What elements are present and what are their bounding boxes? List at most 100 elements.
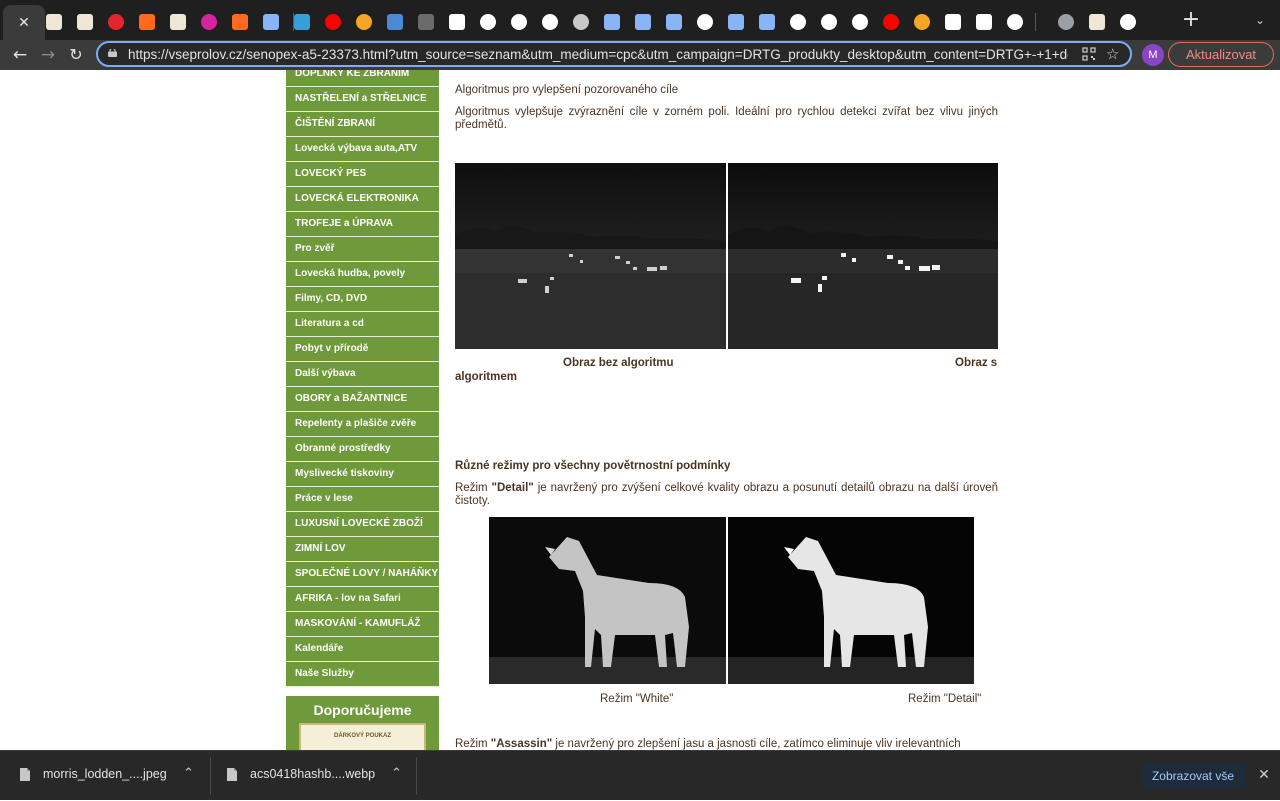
browser-tab[interactable]: [194, 7, 224, 37]
google-favicon-icon: [852, 14, 868, 30]
browser-tab[interactable]: [318, 7, 348, 37]
browser-tab[interactable]: [256, 7, 286, 37]
file-icon: [227, 768, 237, 781]
pin-favicon-icon: [418, 14, 434, 30]
sidebar-category-link[interactable]: AFRIKA - lov na Safari: [286, 587, 439, 612]
browser-tab[interactable]: [442, 7, 472, 37]
flag-favicon-icon: [573, 14, 589, 30]
tab-separator: [293, 13, 294, 31]
browser-tab[interactable]: [597, 7, 627, 37]
url-text[interactable]: https://vseprolov.cz/senopex-a5-23373.ht…: [128, 46, 1068, 64]
browser-tab[interactable]: [628, 7, 658, 37]
browser-tab[interactable]: [163, 7, 193, 37]
shield-favicon-icon: [759, 14, 775, 30]
browser-tab[interactable]: [504, 7, 534, 37]
address-bar[interactable]: https://vseprolov.cz/senopex-a5-23373.ht…: [96, 41, 1132, 67]
browser-tab[interactable]: [1000, 7, 1030, 37]
back-arrow-icon[interactable]: ←: [8, 43, 32, 67]
browser-tab[interactable]: [783, 7, 813, 37]
chevron-up-icon[interactable]: ⌃: [183, 766, 194, 781]
browser-tab[interactable]: [132, 7, 162, 37]
sidebar-category-link[interactable]: MASKOVÁNÍ - KAMUFLÁŽ: [286, 612, 439, 637]
browser-tab[interactable]: [1113, 7, 1143, 37]
browser-tab[interactable]: [70, 7, 100, 37]
sidebar-category-link[interactable]: Práce v lese: [286, 487, 439, 512]
forward-arrow-icon[interactable]: →: [36, 43, 60, 67]
tab-search-chevron-icon[interactable]: ⌄: [1250, 10, 1270, 30]
search-favicon-icon: [356, 14, 372, 30]
sidebar-category-link[interactable]: OBORY a BAŽANTNICE: [286, 387, 439, 412]
thermal-image-with-algorithm: [728, 163, 998, 349]
download-item[interactable]: morris_lodden_....jpeg ⌃: [0, 751, 210, 801]
sidebar-category-link[interactable]: Naše Služby: [286, 662, 439, 687]
sidebar-category-link[interactable]: TROFEJE a ÚPRAVA: [286, 212, 439, 237]
browser-tab[interactable]: [1082, 7, 1112, 37]
download-item[interactable]: acs0418hashb....webp ⌃: [211, 751, 416, 801]
browser-tab[interactable]: [752, 7, 782, 37]
browser-tab[interactable]: [566, 7, 596, 37]
browser-tab[interactable]: [349, 7, 379, 37]
algo-text: Algoritmus vylepšuje zvýraznění cíle v z…: [455, 106, 998, 131]
bookmark-star-icon[interactable]: ☆: [1106, 44, 1119, 64]
sidebar-category-link[interactable]: Literatura a cd: [286, 312, 439, 337]
sidebar-category-link[interactable]: Další výbava: [286, 362, 439, 387]
browser-toolbar: ← → ↻ https://vseprolov.cz/senopex-a5-23…: [0, 40, 1280, 70]
close-icon[interactable]: ✕: [18, 15, 30, 31]
sidebar-category-link[interactable]: ČIŠTĚNÍ ZBRANÍ: [286, 112, 439, 137]
sidebar-category-link[interactable]: Obranné prostředky: [286, 437, 439, 462]
lock-icon[interactable]: [108, 49, 117, 57]
browser-tab[interactable]: [101, 7, 131, 37]
reload-icon[interactable]: ↻: [64, 43, 88, 67]
browser-tab[interactable]: [225, 7, 255, 37]
browser-tab[interactable]: [535, 7, 565, 37]
sidebar-category-link[interactable]: LOVECKÁ ELEKTRONIKA: [286, 187, 439, 212]
recommend-title: Doporučujeme: [313, 702, 412, 718]
qr-code-icon[interactable]: [1082, 47, 1096, 61]
download-filename: morris_lodden_....jpeg: [43, 767, 167, 781]
browser-tab[interactable]: [411, 7, 441, 37]
arrow-favicon-icon: [232, 14, 248, 30]
show-all-downloads-button[interactable]: Zobrazovat vše: [1141, 763, 1245, 789]
sidebar-category-link[interactable]: Repelenty a plašiče zvěře: [286, 412, 439, 437]
browser-tab[interactable]: [287, 7, 317, 37]
browser-tab[interactable]: [473, 7, 503, 37]
sidebar-category-link[interactable]: SPOLEČNÉ LOVY / NAHÁŇKY: [286, 562, 439, 587]
caption-white-mode: Režim "White": [600, 693, 674, 705]
chevron-up-icon[interactable]: ⌃: [391, 766, 402, 781]
browser-tab[interactable]: [690, 7, 720, 37]
sidebar-category-link[interactable]: Lovecká výbava auta,ATV: [286, 137, 439, 162]
browser-tab[interactable]: [876, 7, 906, 37]
grid-favicon-icon: [387, 14, 403, 30]
sidebar-category-link[interactable]: Filmy, CD, DVD: [286, 287, 439, 312]
site-favicon-icon: [77, 14, 93, 30]
gift-voucher-image[interactable]: DÁRKOVÝ POUKAZ: [299, 723, 426, 750]
sidebar-category-link[interactable]: Myslivecké tiskoviny: [286, 462, 439, 487]
browser-tab[interactable]: [1051, 7, 1081, 37]
sidebar-category-link[interactable]: LUXUSNÍ LOVECKÉ ZBOŽÍ: [286, 512, 439, 537]
profile-avatar[interactable]: M: [1142, 44, 1164, 66]
new-tab-button[interactable]: +: [1180, 8, 1202, 34]
update-button[interactable]: Aktualizovat: [1168, 42, 1274, 67]
browser-tab[interactable]: [814, 7, 844, 37]
browser-tab[interactable]: [938, 7, 968, 37]
sidebar-category-link[interactable]: Pro zvěř: [286, 237, 439, 262]
caption-detail-mode: Režim "Detail": [908, 693, 982, 705]
update-label: Aktualizovat: [1185, 47, 1257, 62]
browser-tab[interactable]: [845, 7, 875, 37]
sidebar-category-link[interactable]: Pobyt v přírodě: [286, 337, 439, 362]
sidebar-category-link[interactable]: Lovecká hudba, povely: [286, 262, 439, 287]
sidebar-category-link[interactable]: DOPLŇKY KE ZBRANÍM: [286, 70, 439, 87]
browser-tab[interactable]: [907, 7, 937, 37]
browser-tab[interactable]: [380, 7, 410, 37]
sidebar-category-link[interactable]: ZIMNÍ LOV: [286, 537, 439, 562]
browser-tab[interactable]: [659, 7, 689, 37]
browser-tab[interactable]: [721, 7, 751, 37]
browser-tab[interactable]: [969, 7, 999, 37]
shield-favicon-icon: [666, 14, 682, 30]
assassin-word: "Assassin": [490, 738, 553, 750]
browser-tab[interactable]: [39, 7, 69, 37]
sidebar-category-link[interactable]: LOVECKÝ PES: [286, 162, 439, 187]
close-icon[interactable]: ✕: [1254, 765, 1274, 785]
sidebar-category-link[interactable]: Kalendáře: [286, 637, 439, 662]
sidebar-category-link[interactable]: NASTŘELENÍ a STŘELNICE: [286, 87, 439, 112]
